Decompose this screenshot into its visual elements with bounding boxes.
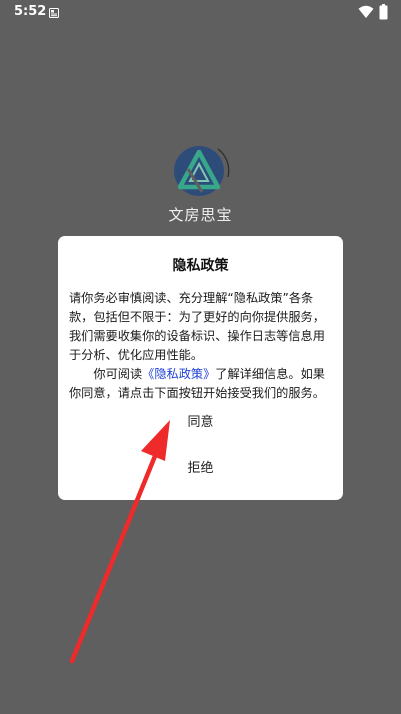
status-time: 5:52 bbox=[14, 4, 47, 19]
dialog-paragraph-details: 你可阅读《隐私政策》了解详细信息。如果你同意，请点击下面按钮开始接受我们的服务。 bbox=[69, 365, 334, 403]
notification-icon bbox=[49, 8, 59, 18]
reject-button[interactable]: 拒绝 bbox=[58, 454, 343, 484]
dialog-title: 隐私政策 bbox=[172, 258, 229, 274]
app-logo-icon bbox=[174, 146, 230, 196]
wifi-icon bbox=[358, 5, 374, 18]
privacy-policy-link[interactable]: 《隐私政策》 bbox=[142, 367, 215, 381]
agree-button[interactable]: 同意 bbox=[58, 408, 343, 438]
details-prefix-text: 你可阅读 bbox=[93, 367, 143, 381]
status-bar: 5:52 bbox=[0, 0, 401, 26]
battery-icon bbox=[379, 4, 388, 20]
dialog-paragraph-consent: 请你务必审慎阅读、充分理解“隐私政策”各条款，包括但不限于：为了更好的向你提供服… bbox=[69, 291, 325, 362]
privacy-policy-dialog: 隐私政策 请你务必审慎阅读、充分理解“隐私政策”各条款，包括但不限于：为了更好的… bbox=[58, 236, 343, 500]
app-name: 文房思宝 bbox=[168, 206, 233, 224]
dialog-body: 请你务必审慎阅读、充分理解“隐私政策”各条款，包括但不限于：为了更好的向你提供服… bbox=[69, 289, 334, 403]
